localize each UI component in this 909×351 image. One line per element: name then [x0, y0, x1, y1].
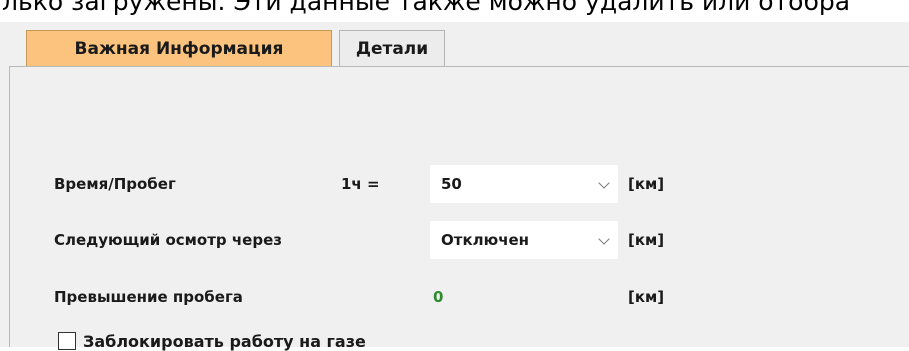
- tab-important-info[interactable]: Важная Информация: [26, 30, 332, 66]
- block-gas-checkbox[interactable]: [58, 332, 76, 350]
- time-mileage-equals: 1ч =: [341, 175, 380, 193]
- tab-details[interactable]: Детали: [339, 30, 445, 66]
- tab-panel: Время/Пробег 1ч = 50 [км] Следующий осмо…: [9, 66, 909, 351]
- time-mileage-unit: [км]: [628, 175, 665, 193]
- time-mileage-value: 50: [441, 175, 462, 193]
- settings-window: Важная Информация Детали Время/Пробег 1ч…: [0, 22, 909, 351]
- next-inspection-label: Следующий осмотр через: [54, 231, 282, 249]
- overrun-label: Превышение пробега: [54, 288, 243, 306]
- chevron-down-icon: [598, 233, 610, 245]
- next-inspection-select[interactable]: Отключен: [430, 221, 618, 259]
- background-text: лько загружены. Эти данные также можно у…: [2, 0, 851, 16]
- overrun-unit: [км]: [628, 288, 665, 306]
- next-inspection-unit: [км]: [628, 231, 665, 249]
- overrun-value: 0: [433, 288, 444, 306]
- time-mileage-label: Время/Пробег: [54, 175, 176, 193]
- block-gas-label[interactable]: Заблокировать работу на газе: [83, 332, 366, 351]
- time-mileage-select[interactable]: 50: [430, 165, 618, 203]
- chevron-down-icon: [598, 177, 610, 189]
- next-inspection-value: Отключен: [441, 231, 530, 249]
